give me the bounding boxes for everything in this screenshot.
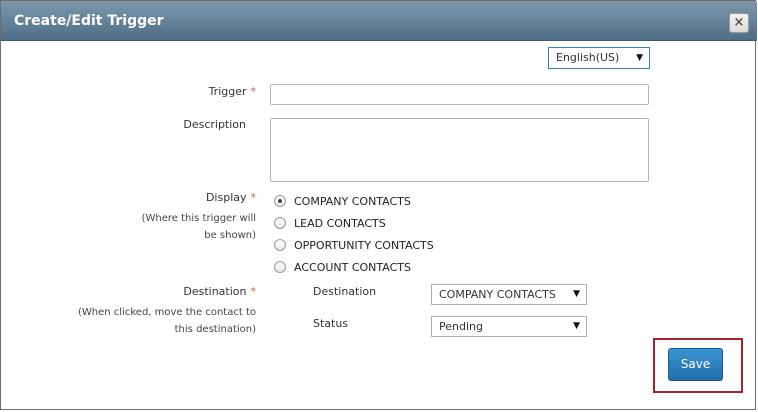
destination-sub-label: Destination (313, 285, 377, 298)
trigger-label: Trigger (208, 85, 247, 98)
trigger-label-row: Trigger * (151, 85, 256, 98)
display-hint: (Where this trigger will be shown) (91, 210, 256, 244)
chevron-down-icon: ▼ (573, 321, 580, 331)
description-textarea[interactable] (270, 118, 649, 182)
display-hint-line2: be shown) (204, 230, 256, 241)
status-label: Status (313, 317, 349, 330)
status-select[interactable]: Pending ▼ (431, 316, 587, 337)
radio-checked-icon[interactable] (274, 195, 286, 207)
radio-unchecked-icon[interactable] (274, 261, 286, 273)
display-label: Display (205, 191, 247, 204)
destination-select[interactable]: COMPANY CONTACTS ▼ (431, 284, 587, 305)
destination-hint-line2: this destination) (174, 324, 256, 335)
close-icon[interactable]: × (729, 13, 749, 33)
destination-hint: (When clicked, move the contact to this … (41, 304, 256, 338)
trigger-input[interactable] (270, 84, 649, 105)
required-marker: * (250, 285, 257, 298)
status-select-value: Pending (439, 320, 483, 333)
display-option-label: ACCOUNT CONTACTS (294, 261, 411, 274)
description-label: Description (183, 118, 246, 131)
chevron-down-icon: ▼ (636, 53, 643, 63)
destination-hint-line1: (When clicked, move the contact to (78, 307, 256, 318)
chevron-down-icon: ▼ (573, 289, 580, 299)
create-edit-trigger-dialog: Create/Edit Trigger × English(US) ▼ Trig… (0, 0, 757, 410)
dialog-title: Create/Edit Trigger (14, 13, 164, 29)
dialog-titlebar: Create/Edit Trigger × (1, 1, 757, 41)
display-option-label: COMPANY CONTACTS (294, 195, 411, 208)
destination-label-row: Destination * (151, 285, 256, 298)
display-hint-line1: (Where this trigger will (141, 213, 256, 224)
language-select-value: English(US) (556, 51, 620, 64)
display-option-label: OPPORTUNITY CONTACTS (294, 239, 434, 252)
display-option-label: LEAD CONTACTS (294, 217, 386, 230)
radio-unchecked-icon[interactable] (274, 239, 286, 251)
radio-unchecked-icon[interactable] (274, 217, 286, 229)
language-select[interactable]: English(US) ▼ (548, 47, 650, 69)
required-marker: * (250, 191, 257, 204)
save-button[interactable]: Save (668, 348, 723, 381)
required-marker: * (250, 85, 257, 98)
destination-label: Destination (183, 285, 247, 298)
display-label-row: Display * (151, 191, 256, 204)
destination-select-value: COMPANY CONTACTS (439, 288, 556, 301)
